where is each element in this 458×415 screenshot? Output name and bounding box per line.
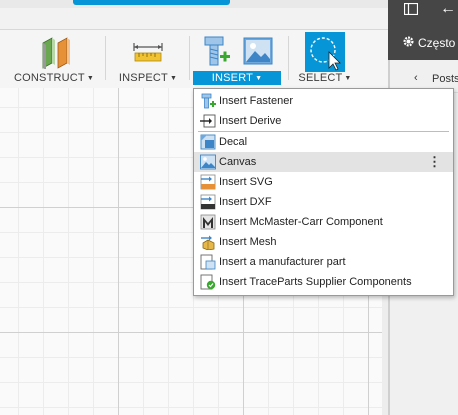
- book-icon[interactable]: [404, 3, 418, 15]
- construct-icon-row: [6, 35, 102, 71]
- measure-ruler-icon[interactable]: [132, 37, 164, 69]
- decal-icon: [200, 134, 216, 150]
- right-panel-header: ← Często: [388, 0, 458, 60]
- inspect-group[interactable]: INSPECT ▼: [110, 30, 186, 88]
- menu-item-decal[interactable]: Decal: [194, 132, 453, 152]
- toolbar-separator: [288, 36, 289, 80]
- construct-plane-icon[interactable]: [38, 35, 74, 69]
- canvas-icon: [200, 154, 216, 170]
- posts-label: Posts: [432, 73, 458, 85]
- menu-item-label: Insert Mesh: [219, 236, 277, 248]
- menu-item-canvas[interactable]: Canvas ⋮: [194, 152, 453, 172]
- dxf-icon: [200, 194, 216, 210]
- menu-item-label: Insert Derive: [219, 115, 282, 127]
- insert-icon-row: [193, 35, 281, 71]
- gear-icon[interactable]: [402, 35, 415, 48]
- construct-label[interactable]: CONSTRUCT: [14, 72, 85, 84]
- menu-item-label: Decal: [219, 136, 248, 148]
- menu-item-insert-mesh[interactable]: Insert Mesh: [194, 232, 453, 252]
- manufacturer-part-icon: [200, 254, 216, 270]
- menu-item-insert-mcmaster-carr[interactable]: Insert McMaster-Carr Component: [194, 212, 453, 232]
- inspect-icon-row: [110, 35, 186, 71]
- insert-group[interactable]: INSERT ▼: [193, 30, 281, 88]
- menu-item-label: Insert McMaster-Carr Component: [219, 216, 383, 228]
- mcmaster-icon: [200, 214, 216, 230]
- construct-caret-icon[interactable]: ▼: [87, 75, 94, 82]
- menu-item-label: Insert DXF: [219, 196, 272, 208]
- insert-caret-icon[interactable]: ▼: [255, 75, 262, 82]
- active-tab-indicator[interactable]: [73, 0, 230, 5]
- chevron-left-icon[interactable]: ‹: [414, 72, 418, 84]
- menu-item-insert-traceparts[interactable]: Insert TraceParts Supplier Components: [194, 272, 453, 292]
- derive-icon: [200, 114, 216, 128]
- menu-item-label: Canvas: [219, 156, 257, 168]
- select-icon-row: [292, 32, 358, 72]
- menu-item-insert-fastener[interactable]: Insert Fastener: [194, 91, 453, 111]
- back-arrow-icon[interactable]: ←: [440, 0, 456, 18]
- toolbar-separator: [105, 36, 106, 80]
- menu-item-insert-derive[interactable]: Insert Derive: [194, 111, 453, 131]
- menu-item-label: Insert SVG: [219, 176, 273, 188]
- select-tool-icon[interactable]: [305, 32, 345, 72]
- toolbar-separator: [189, 36, 190, 80]
- select-group[interactable]: SELECT ▼: [292, 30, 358, 88]
- fastener-icon: [201, 93, 216, 109]
- inspect-label[interactable]: INSPECT: [119, 72, 168, 84]
- menu-item-insert-manufacturer-part[interactable]: Insert a manufacturer part: [194, 252, 453, 272]
- menu-item-label: Insert TraceParts Supplier Components: [219, 276, 412, 288]
- traceparts-icon: [200, 274, 216, 290]
- top-strip: [0, 0, 388, 30]
- menu-item-label: Insert Fastener: [219, 95, 293, 107]
- more-options-icon[interactable]: ⋮: [428, 155, 441, 169]
- select-caret-icon[interactable]: ▼: [344, 75, 351, 82]
- design-toolbar: CONSTRUCT ▼ INSPECT ▼ INSERT ▼ SELECT ▼: [0, 30, 388, 88]
- inspect-caret-icon[interactable]: ▼: [170, 75, 177, 82]
- menu-item-insert-dxf[interactable]: Insert DXF: [194, 192, 453, 212]
- insert-label-bar[interactable]: INSERT ▼: [193, 71, 281, 85]
- header-label[interactable]: Często: [418, 36, 455, 50]
- insert-bolt-icon[interactable]: [201, 35, 231, 69]
- menu-item-label: Insert a manufacturer part: [219, 256, 346, 268]
- insert-image-icon[interactable]: [243, 37, 273, 67]
- mesh-icon: [201, 235, 215, 250]
- insert-dropdown-menu: Insert Fastener Insert Derive Decal Canv…: [193, 88, 454, 296]
- menu-item-insert-svg[interactable]: Insert SVG: [194, 172, 453, 192]
- insert-label[interactable]: INSERT: [212, 72, 253, 84]
- construct-group[interactable]: CONSTRUCT ▼: [6, 30, 102, 88]
- svg-icon: [200, 174, 216, 190]
- select-label[interactable]: SELECT: [298, 72, 342, 84]
